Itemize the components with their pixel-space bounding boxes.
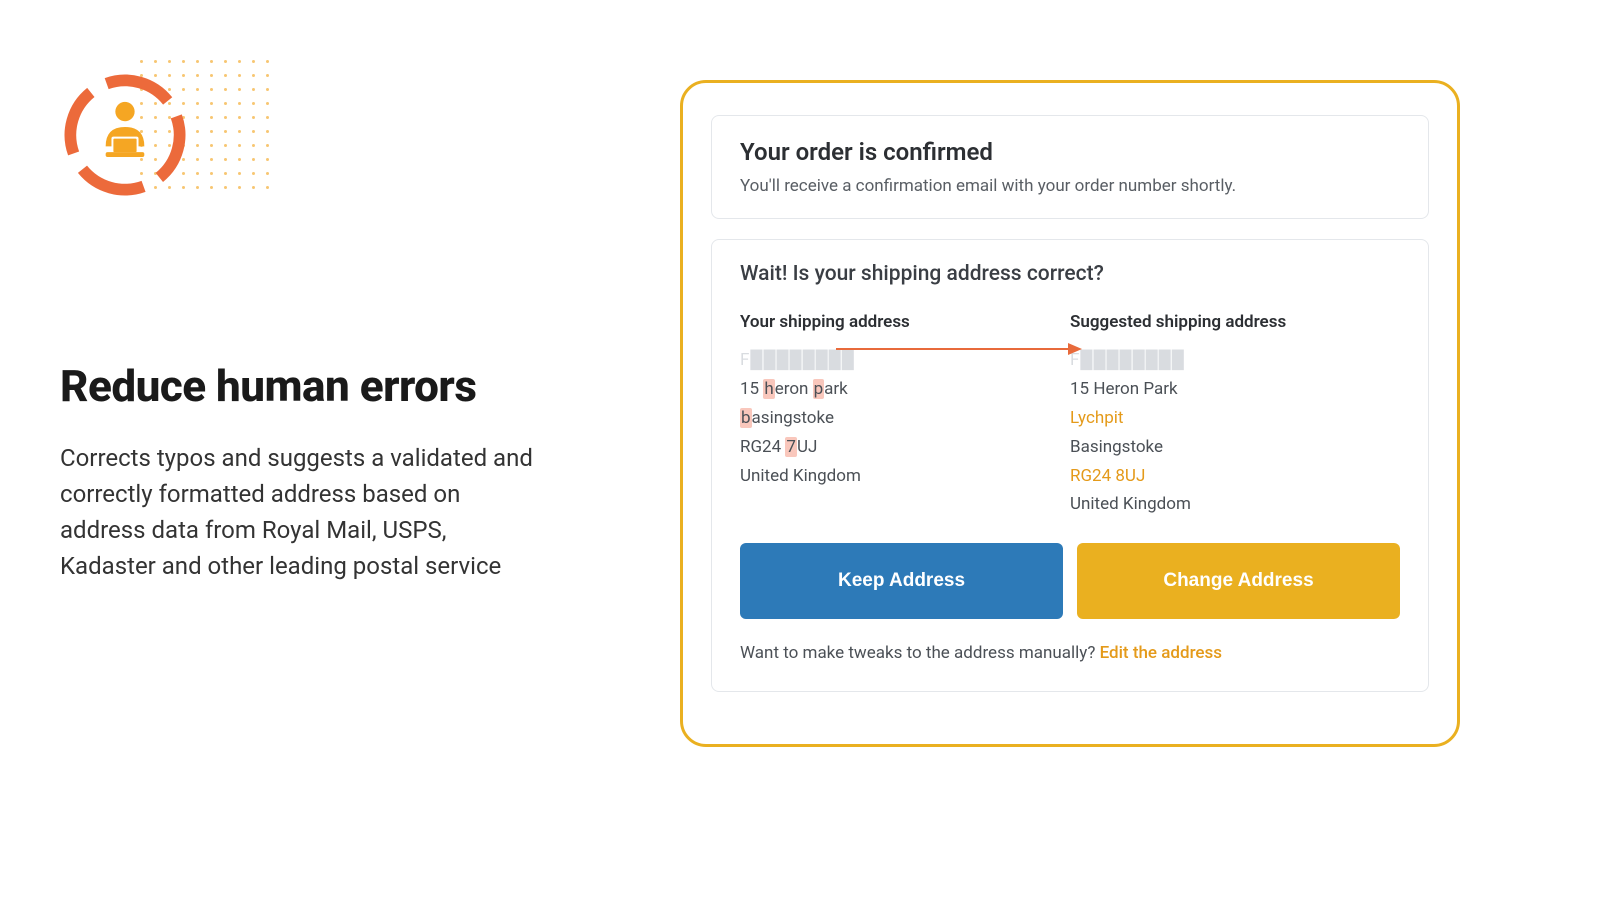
entered-address-column: Your shipping address F████████ 15 heron… (740, 312, 1070, 519)
manual-edit-text: Want to make tweaks to the address manua… (740, 643, 1400, 663)
entered-line-3: RG24 7UJ (740, 433, 1070, 462)
suggested-line-2-highlight: Lychpit (1070, 404, 1400, 433)
feature-title: Reduce human errors (60, 360, 560, 412)
suggested-line-1: 15 Heron Park (1070, 375, 1400, 404)
address-check-prompt: Wait! Is your shipping address correct? (740, 262, 1400, 286)
change-address-button[interactable]: Change Address (1077, 543, 1400, 619)
address-check-card: Wait! Is your shipping address correct? … (711, 239, 1429, 692)
suggested-address-header: Suggested shipping address (1070, 312, 1400, 332)
suggested-line-3: Basingstoke (1070, 433, 1400, 462)
entered-address-header: Your shipping address (740, 312, 1070, 332)
entered-name-blurred: F████████ (740, 346, 1070, 375)
suggested-line-4-highlight: RG24 8UJ (1070, 462, 1400, 491)
screenshot-frame: Your order is confirmed You'll receive a… (680, 80, 1460, 747)
user-laptop-icon (96, 98, 154, 160)
feature-description: Corrects typos and suggests a validated … (60, 440, 540, 584)
order-confirmed-card: Your order is confirmed You'll receive a… (711, 115, 1429, 219)
order-confirmed-subtitle: You'll receive a confirmation email with… (740, 176, 1400, 196)
entered-line-2: basingstoke (740, 404, 1070, 433)
suggested-name-blurred: F████████ (1070, 346, 1400, 375)
keep-address-button[interactable]: Keep Address (740, 543, 1063, 619)
entered-line-4: United Kingdom (740, 462, 1070, 491)
entered-line-1: 15 heron park (740, 375, 1070, 404)
feature-icon (60, 60, 220, 220)
suggested-line-5: United Kingdom (1070, 490, 1400, 519)
suggested-address-column: Suggested shipping address F████████ 15 … (1070, 312, 1400, 519)
order-confirmed-title: Your order is confirmed (740, 138, 1400, 166)
edit-address-link[interactable]: Edit the address (1100, 643, 1222, 663)
